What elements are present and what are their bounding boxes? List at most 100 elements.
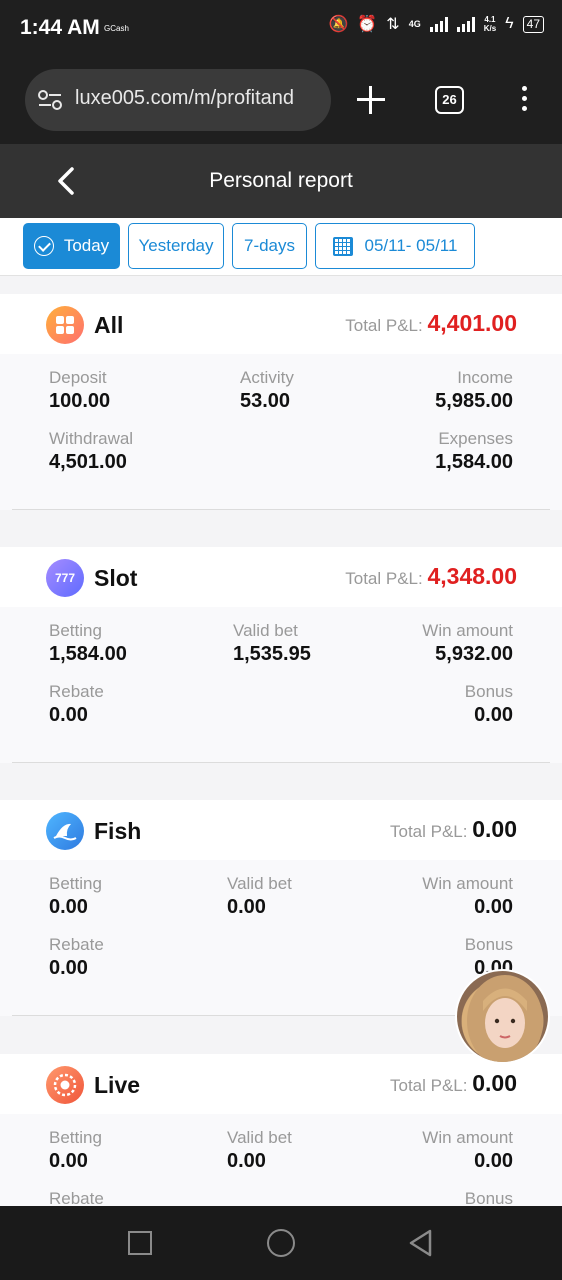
filter-yesterday-label: Yesterday	[138, 236, 214, 255]
pl-value: 0.00	[472, 816, 517, 842]
section-live: Live Total P&L: 0.00 Betting 0.00 Valid b…	[0, 1054, 562, 1206]
stat-rebate: Rebate 0.00	[49, 682, 104, 727]
stat-value: 100.00	[49, 390, 111, 412]
filter-yesterday-button[interactable]: Yesterday	[128, 223, 224, 269]
stat-withdrawal: Withdrawal 4,501.00	[49, 429, 133, 474]
browser-toolbar: luxe005.com/m/profitand 26	[0, 56, 562, 144]
date-range-label: 05/11- 05/11	[364, 236, 458, 255]
stat-betting: Betting 1,584.00	[49, 621, 127, 666]
stat-label: Bonus	[464, 935, 513, 954]
roulette-icon	[46, 1066, 84, 1104]
total-pl: Total P&L: 4,401.00	[345, 310, 517, 337]
stat-expenses: Expenses 1,584.00	[435, 429, 513, 474]
divider	[12, 762, 550, 763]
back-triangle-icon[interactable]	[408, 1228, 434, 1258]
total-pl: Total P&L: 0.00	[390, 816, 517, 843]
stat-value: 0.00	[49, 957, 88, 979]
more-menu-icon[interactable]	[519, 86, 529, 114]
pl-value: 4,401.00	[427, 310, 517, 336]
stat-value: 0.00	[49, 1150, 88, 1172]
stat-value: 1,584.00	[49, 643, 127, 665]
pl-label: Total P&L:	[390, 822, 468, 841]
section-title: Live	[94, 1072, 141, 1098]
stat-rebate: Rebate	[49, 1189, 104, 1206]
stat-label: Betting	[49, 621, 102, 640]
address-bar[interactable]: luxe005.com/m/profitand	[25, 69, 331, 131]
calendar-icon	[332, 236, 353, 256]
network-speed: 4.1 K/s	[484, 15, 496, 33]
url-text[interactable]: luxe005.com/m/profitand	[75, 87, 325, 110]
home-icon[interactable]	[267, 1229, 295, 1257]
stat-label: Bonus	[464, 682, 513, 701]
stat-label: Deposit	[49, 368, 107, 387]
new-tab-icon[interactable]	[357, 86, 385, 114]
divider	[12, 509, 550, 510]
stat-label: Win amount	[422, 621, 513, 640]
battery-icon: 47	[522, 15, 544, 33]
stat-label: Betting	[49, 1128, 102, 1147]
stat-valid-bet: Valid bet 1,535.95	[233, 621, 311, 666]
stat-label: Win amount	[422, 1128, 513, 1147]
site-settings-icon[interactable]	[37, 87, 63, 113]
date-filter-bar: Today Yesterday 7-days 05/11- 05/11	[0, 218, 562, 276]
total-pl: Total P&L: 0.00	[390, 1070, 517, 1097]
page-title: Personal report	[209, 169, 353, 192]
stat-label: Rebate	[49, 935, 104, 954]
avatar-photo	[467, 975, 543, 1062]
stat-label: Expenses	[438, 429, 513, 448]
stat-label: Bonus	[464, 1189, 513, 1206]
stat-value: 53.00	[240, 390, 291, 412]
check-circle-icon	[33, 236, 54, 256]
stat-label: Rebate	[49, 682, 104, 701]
pl-value: 0.00	[472, 1070, 517, 1096]
alarm-icon: ⏰	[357, 16, 378, 33]
section-header: Live Total P&L: 0.00	[0, 1054, 562, 1114]
777-icon: 777	[46, 559, 84, 597]
stat-win-amount: Win amount 0.00	[422, 874, 513, 919]
date-range-picker[interactable]: 05/11- 05/11	[315, 223, 475, 269]
filter-7days-label: 7-days	[243, 236, 296, 255]
stat-value: 0.00	[474, 704, 513, 726]
section-header: 777 Slot Total P&L: 4,348.00	[0, 547, 562, 607]
stat-income: Income 5,985.00	[435, 368, 513, 413]
status-icons: 🔕 ⏰ ⇅ 4G 4.1 K/s ϟ 47	[328, 14, 544, 34]
stat-valid-bet: Valid bet 0.00	[227, 1128, 292, 1173]
stat-label: Valid bet	[227, 874, 292, 893]
stat-win-amount: Win amount 0.00	[422, 1128, 513, 1173]
stat-value: 4,501.00	[49, 451, 127, 473]
section-header: Fish Total P&L: 0.00	[0, 800, 562, 860]
data-transfer-icon: ⇅	[386, 16, 400, 33]
stat-win-amount: Win amount 5,932.00	[422, 621, 513, 666]
stat-value: 0.00	[227, 896, 266, 918]
stat-value: 1,535.95	[233, 643, 311, 665]
stat-label: Rebate	[49, 1189, 104, 1206]
stat-label: Valid bet	[233, 621, 298, 640]
stat-rebate: Rebate 0.00	[49, 935, 104, 980]
pl-label: Total P&L:	[345, 316, 423, 335]
section-slot: 777 Slot Total P&L: 4,348.00 Betting 1,58…	[0, 547, 562, 763]
tab-switcher-button[interactable]: 26	[435, 86, 464, 114]
filter-7days-button[interactable]: 7-days	[232, 223, 307, 269]
status-bar: 1:44 AM GCash 🔕 ⏰ ⇅ 4G 4.1 K/s ϟ 47	[0, 0, 562, 56]
network-type: 4G	[408, 19, 421, 29]
filter-today-button[interactable]: Today	[23, 223, 120, 269]
page-header: Personal report	[0, 144, 562, 218]
stat-label: Withdrawal	[49, 429, 134, 448]
stat-label: Betting	[49, 874, 102, 893]
pl-label: Total P&L:	[345, 569, 423, 588]
stat-label: Win amount	[422, 874, 513, 893]
stat-deposit: Deposit 100.00	[49, 368, 110, 413]
stat-value: 0.00	[474, 1150, 513, 1172]
section-header: All Total P&L: 4,401.00	[0, 294, 562, 354]
stat-betting: Betting 0.00	[49, 874, 102, 919]
stat-activity: Activity 53.00	[240, 368, 294, 413]
floating-avatar[interactable]	[455, 969, 550, 1064]
signal-icon-2	[456, 16, 475, 32]
stat-value: 1,584.00	[435, 451, 513, 473]
filter-today-label: Today	[63, 236, 110, 255]
pl-label: Total P&L:	[390, 1076, 468, 1095]
recents-icon[interactable]	[128, 1231, 152, 1255]
total-pl: Total P&L: 4,348.00	[345, 563, 517, 590]
status-time: 1:44 AM	[20, 16, 100, 39]
pl-value: 4,348.00	[427, 563, 517, 589]
